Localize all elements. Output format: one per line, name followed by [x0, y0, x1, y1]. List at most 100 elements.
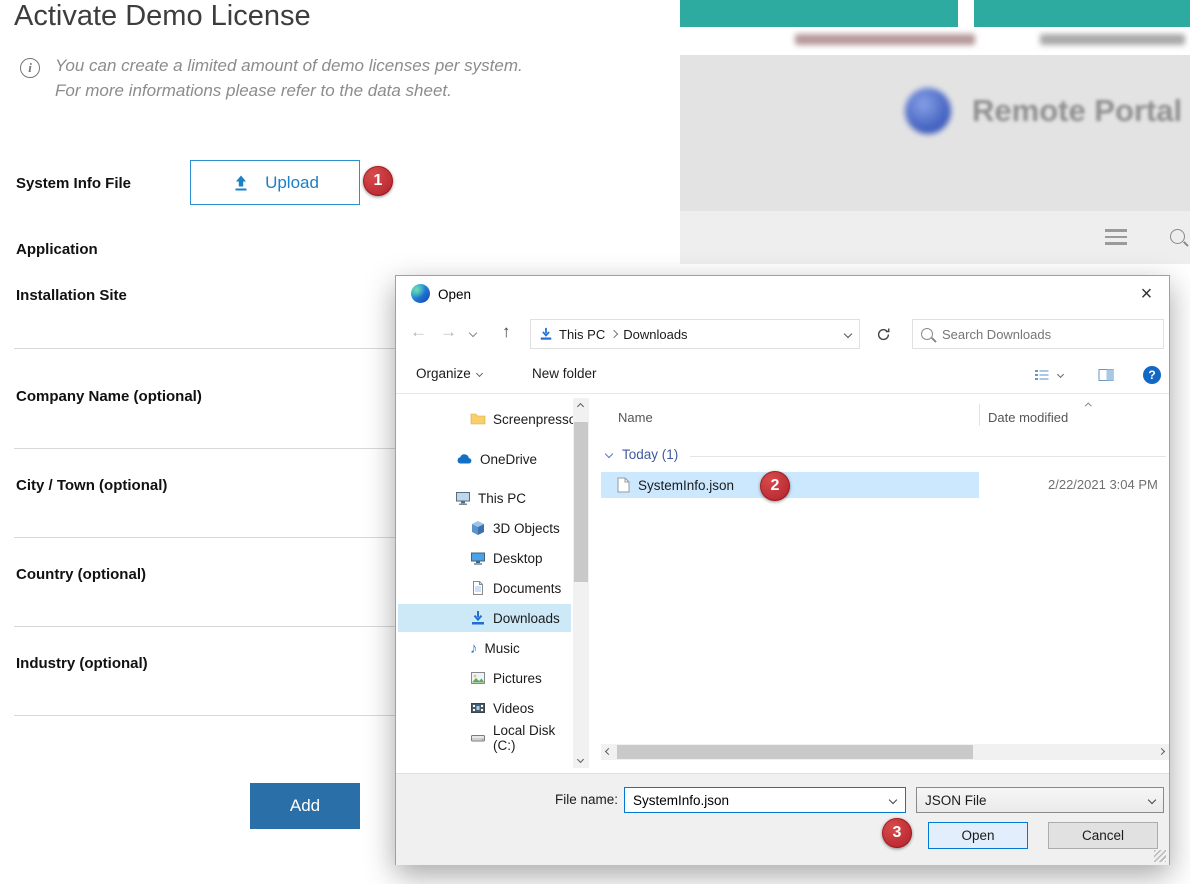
sidebar-item-this-pc[interactable]: This PC — [398, 484, 571, 512]
scrollbar-thumb[interactable] — [617, 745, 973, 759]
sort-chevron-icon — [1085, 403, 1091, 409]
sidebar-item-3d-objects[interactable]: 3D Objects — [398, 514, 571, 542]
group-line — [690, 456, 1166, 457]
back-icon[interactable]: ← — [410, 322, 427, 342]
search-icon[interactable] — [1170, 229, 1185, 244]
sidebar-label: 3D Objects — [493, 521, 560, 536]
sidebar-scrollbar[interactable] — [573, 398, 589, 768]
chevron-down-icon[interactable] — [889, 796, 897, 804]
add-button[interactable]: Add — [250, 783, 360, 829]
view-options-chevron-icon[interactable] — [1057, 371, 1064, 378]
search-box[interactable] — [912, 319, 1164, 349]
label-country: Country (optional) — [16, 566, 146, 583]
upload-button[interactable]: Upload — [190, 160, 360, 205]
open-button[interactable]: Open — [928, 822, 1028, 849]
scrollbar-thumb[interactable] — [574, 422, 588, 582]
horizontal-scrollbar[interactable] — [601, 744, 1169, 760]
file-type-dropdown[interactable]: JSON File — [916, 787, 1164, 813]
downloads-icon — [470, 610, 486, 626]
organize-button[interactable]: Organize — [416, 366, 482, 381]
cancel-button[interactable]: Cancel — [1048, 822, 1158, 849]
cancel-button-label: Cancel — [1082, 828, 1124, 843]
portal-title: Remote Portal — [972, 93, 1182, 129]
column-header-name[interactable]: Name — [618, 410, 653, 425]
document-icon — [470, 580, 486, 596]
file-type-value: JSON File — [925, 793, 987, 808]
sidebar-item-onedrive[interactable]: OneDrive — [398, 445, 571, 473]
refresh-icon[interactable] — [866, 319, 900, 349]
breadcrumb-downloads[interactable]: Downloads — [623, 327, 687, 342]
address-bar[interactable]: This PC Downloads — [530, 319, 860, 349]
label-industry: Industry (optional) — [16, 655, 148, 672]
close-icon[interactable]: × — [1124, 277, 1169, 311]
scroll-up-icon[interactable] — [577, 403, 584, 410]
breadcrumb-chevron-icon[interactable] — [610, 330, 618, 338]
portal-teal-bar — [680, 0, 958, 27]
resize-grip[interactable] — [1154, 850, 1166, 862]
sidebar-item-desktop[interactable]: Desktop — [398, 544, 571, 572]
new-folder-button[interactable]: New folder — [532, 366, 597, 381]
history-chevron-icon[interactable] — [469, 329, 477, 337]
cube-icon — [470, 520, 486, 536]
help-icon[interactable]: ? — [1143, 366, 1161, 384]
dialog-titlebar: Open × — [396, 276, 1169, 312]
step-badge-1: 1 — [363, 166, 393, 196]
column-header-date-modified[interactable]: Date modified — [988, 410, 1068, 425]
dialog-navbar: ← → ↑ This PC Downloads — [396, 312, 1169, 356]
file-name-label: File name: — [536, 792, 618, 807]
sidebar-label: Downloads — [493, 611, 560, 626]
group-collapse-chevron-icon[interactable] — [605, 450, 613, 458]
portal-teal-bar — [974, 0, 1190, 27]
forward-icon[interactable]: → — [440, 322, 457, 342]
sidebar-label: OneDrive — [480, 452, 537, 467]
sidebar-item-local-disk-c[interactable]: Local Disk (C:) — [398, 724, 571, 752]
desktop-icon — [470, 550, 486, 566]
dialog-toolbar: Organize New folder ? — [396, 356, 1169, 394]
sidebar-item-pictures[interactable]: Pictures — [398, 664, 571, 692]
file-name-combobox[interactable] — [624, 787, 906, 813]
music-note-icon: ♪ — [470, 641, 478, 656]
sidebar-item-videos[interactable]: Videos — [398, 694, 571, 722]
new-folder-label: New folder — [532, 366, 597, 381]
open-file-dialog: Open × ← → ↑ This PC Downloads Organiz — [395, 275, 1170, 865]
info-text: You can create a limited amount of demo … — [55, 54, 525, 103]
view-list-icon[interactable] — [1034, 367, 1050, 383]
scroll-left-icon[interactable] — [605, 748, 612, 755]
preview-pane-icon[interactable] — [1098, 367, 1114, 383]
sidebar-item-downloads[interactable]: Downloads — [398, 604, 571, 632]
dialog-title: Open — [438, 287, 471, 302]
sidebar-label: Videos — [493, 701, 534, 716]
up-icon[interactable]: ↑ — [502, 322, 511, 342]
group-header[interactable]: Today (1) — [622, 447, 678, 462]
scroll-down-icon[interactable] — [577, 756, 584, 763]
sidebar-label: Screenpresso — [493, 412, 576, 427]
label-system-info-file: System Info File — [16, 175, 131, 192]
organize-label: Organize — [416, 366, 471, 381]
column-divider[interactable] — [979, 404, 980, 426]
portal-subheader — [680, 211, 1190, 264]
sidebar-item-screenpresso[interactable]: Screenpresso — [398, 405, 571, 433]
address-dropdown-chevron-icon[interactable] — [844, 330, 852, 338]
portal-blurred-link[interactable] — [1040, 34, 1185, 45]
computer-icon — [455, 490, 471, 506]
help-glyph: ? — [1148, 368, 1155, 382]
sidebar-label: Pictures — [493, 671, 542, 686]
file-name-input[interactable] — [625, 793, 890, 808]
open-button-label: Open — [961, 828, 994, 843]
upload-button-label: Upload — [265, 173, 319, 193]
search-input[interactable] — [942, 327, 1155, 342]
portal-blurred-link[interactable] — [795, 34, 975, 45]
label-installation-site: Installation Site — [16, 287, 127, 304]
film-icon — [470, 700, 486, 716]
label-application: Application — [16, 241, 98, 258]
close-glyph: × — [1141, 283, 1153, 306]
file-row-systeminfo-json[interactable]: SystemInfo.json — [601, 472, 979, 498]
scroll-right-icon[interactable] — [1158, 748, 1165, 755]
sidebar-item-documents[interactable]: Documents — [398, 574, 571, 602]
downloads-mini-icon — [539, 327, 553, 341]
sidebar-item-music[interactable]: ♪ Music — [398, 634, 571, 662]
menu-icon[interactable] — [1105, 229, 1127, 245]
breadcrumb-this-pc[interactable]: This PC — [559, 327, 605, 342]
sidebar-label: This PC — [478, 491, 526, 506]
edge-icon — [411, 284, 430, 303]
